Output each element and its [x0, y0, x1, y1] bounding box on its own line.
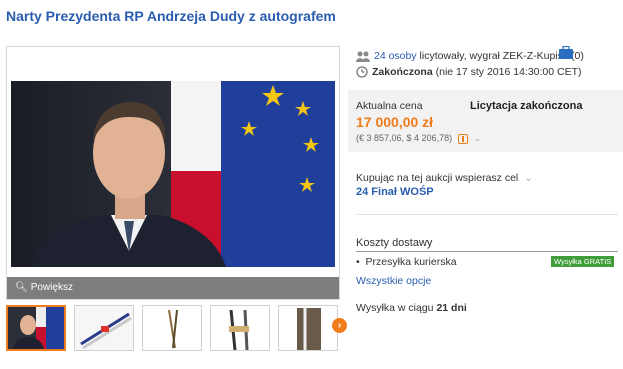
shipping-item-label: Przesyłka kurierska — [365, 256, 457, 268]
auction-ended-label: Licytacja zakończona — [470, 100, 583, 112]
zoom-button[interactable]: 🔍︎ Powiększ — [7, 277, 339, 299]
bidders-text: licytowały, wygrał — [419, 50, 500, 62]
bidders-count-link[interactable]: 24 osoby — [374, 50, 417, 62]
free-shipping-badge: Wysyłka GRATIS — [551, 256, 615, 267]
price-conversion: (€ 3 857,06, $ 4 206,78) ⌄ — [356, 133, 481, 144]
dispatch-time: Wysyłka w ciągu 21 dni — [356, 302, 467, 314]
chevron-down-icon[interactable]: ⌄ — [524, 172, 533, 184]
thumbnail-skis-2[interactable] — [142, 305, 202, 351]
briefcase-icon[interactable] — [558, 46, 574, 60]
magnifier-icon: 🔍︎ — [15, 282, 28, 293]
thumbnail-skis-1[interactable] — [74, 305, 134, 351]
chevron-down-icon[interactable]: ⌄ — [474, 133, 482, 143]
thumbnail-skis-3[interactable] — [210, 305, 270, 351]
charity-row: Kupując na tej aukcji wspierasz cel ⌄ — [356, 172, 533, 184]
page-title: Narty Prezydenta RP Andrzeja Dudy z auto… — [6, 8, 336, 24]
shipping-heading: Koszty dostawy — [356, 237, 433, 249]
all-options-link[interactable]: Wszystkie opcje — [356, 275, 431, 287]
bidders-row: 24 osoby licytowały, wygrał ZEK-Z-Kupisz… — [356, 50, 584, 62]
thumbnail-portrait[interactable] — [6, 305, 66, 351]
current-price: 17 000,00 zł — [356, 114, 434, 130]
clock-icon — [356, 66, 368, 78]
zoom-label: Powiększ — [30, 282, 73, 293]
divider — [356, 214, 618, 215]
people-icon — [356, 51, 370, 62]
image-gallery[interactable]: 🔍︎ Powiększ — [6, 46, 340, 300]
status-row: Zakończona (nie 17 sty 2016 14:30:00 CET… — [356, 66, 582, 78]
price-box: Aktualna cena Licytacja zakończona 17 00… — [348, 90, 623, 152]
status-label: Zakończona — [372, 66, 433, 78]
next-arrow-icon[interactable]: › — [332, 318, 347, 333]
price-label: Aktualna cena — [356, 100, 423, 112]
thumbnail-strip — [6, 305, 346, 351]
shipping-item: • Przesyłka kurierska — [356, 256, 457, 268]
conversion-text: (€ 3 857,06, $ 4 206,78) — [356, 133, 453, 143]
charity-text: Kupując na tej aukcji wspierasz cel — [356, 172, 519, 184]
dispatch-value: 21 dni — [436, 302, 467, 314]
divider — [356, 251, 618, 252]
info-icon[interactable] — [458, 133, 469, 144]
status-detail: (nie 17 sty 2016 14:30:00 CET) — [435, 66, 582, 78]
thumbnail-skis-4[interactable] — [278, 305, 338, 351]
bullet-icon: • — [356, 256, 360, 268]
dispatch-prefix: Wysyłka w ciągu — [356, 302, 434, 314]
charity-link[interactable]: 24 Finał WOŚP — [356, 186, 434, 198]
main-photo[interactable] — [11, 81, 335, 267]
